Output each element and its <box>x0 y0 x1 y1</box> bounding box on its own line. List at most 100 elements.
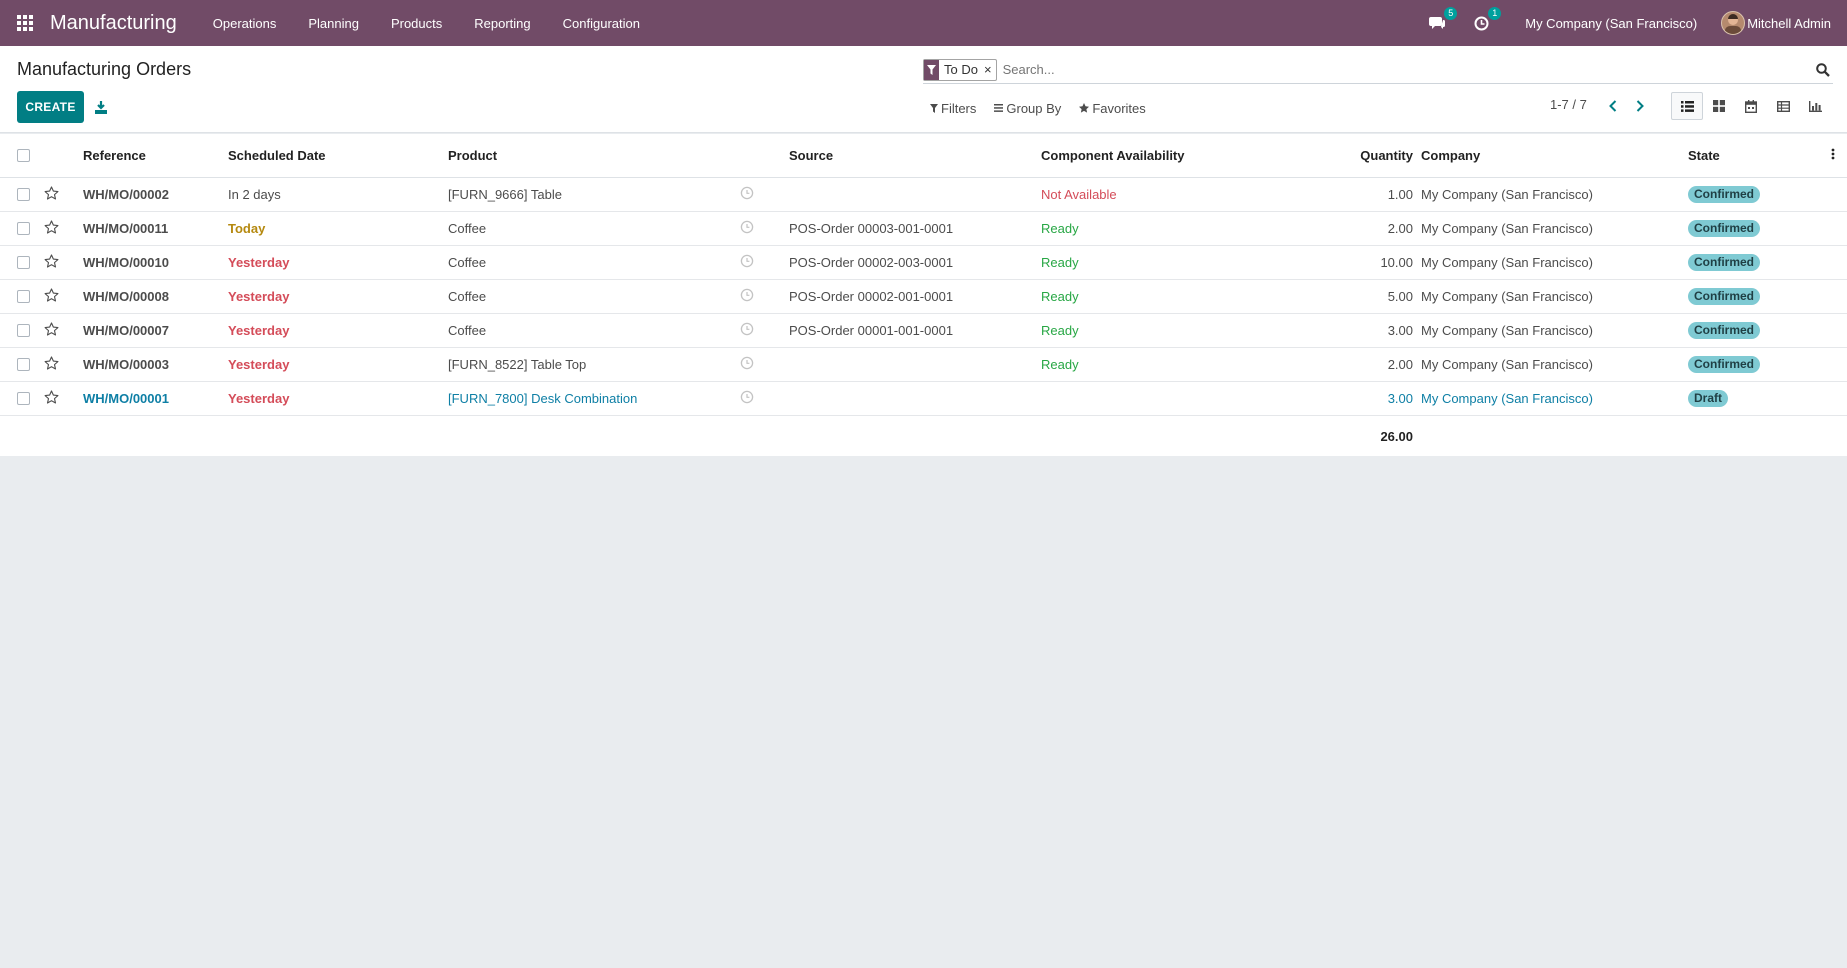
calendar-view-button[interactable] <box>1735 92 1767 120</box>
menu-products[interactable]: Products <box>375 16 458 31</box>
pager-next[interactable] <box>1633 94 1647 118</box>
app-brand[interactable]: Manufacturing <box>50 12 177 35</box>
row-product: Coffee <box>448 221 487 236</box>
create-button[interactable]: CREATE <box>17 91 84 123</box>
filters-dropdown[interactable]: Filters <box>930 101 976 116</box>
activity-clock-icon[interactable] <box>740 322 754 339</box>
chat-icon <box>1429 17 1446 29</box>
col-company[interactable]: Company <box>1421 148 1480 163</box>
favorites-dropdown[interactable]: Favorites <box>1079 100 1146 116</box>
optional-columns-toggle[interactable] <box>1831 148 1835 163</box>
menu-planning[interactable]: Planning <box>292 16 375 31</box>
groupby-label: Group By <box>1006 100 1062 116</box>
table-row[interactable]: WH/MO/00011 Today Coffee POS-Order 00003-00… <box>0 212 1847 246</box>
row-product: Coffee <box>448 289 487 304</box>
pager-value[interactable]: 1-7 / 7 <box>1550 97 1587 112</box>
kebab-menu-icon <box>1831 148 1835 160</box>
table-row[interactable]: WH/MO/00007 Yesterday Coffee POS-Order 0000… <box>0 314 1847 348</box>
export-button[interactable] <box>90 94 112 120</box>
list-icon <box>1680 100 1694 112</box>
activity-clock-icon[interactable] <box>740 254 754 271</box>
pager-previous[interactable] <box>1606 94 1620 118</box>
chevron-right-icon <box>1636 100 1644 112</box>
activity-clock-icon[interactable] <box>740 356 754 373</box>
priority-star-icon[interactable] <box>44 219 59 238</box>
groupby-dropdown[interactable]: Group By <box>994 101 1061 116</box>
row-checkbox[interactable] <box>17 392 30 405</box>
search-icon <box>1816 62 1830 77</box>
status-badge: Confirmed <box>1688 288 1760 305</box>
row-quantity: 2.00 <box>1387 221 1413 236</box>
messaging-button[interactable]: 5 <box>1425 7 1458 35</box>
table-row[interactable]: WH/MO/00010 Yesterday Coffee POS-Order 0000… <box>0 246 1847 280</box>
row-reference: WH/MO/00010 <box>83 255 169 270</box>
activity-clock-icon[interactable] <box>740 288 754 305</box>
manufacturing-orders-list: Reference Scheduled Date Product Source … <box>0 134 1847 456</box>
col-state[interactable]: State <box>1688 148 1720 163</box>
activity-clock-icon[interactable] <box>740 220 754 237</box>
col-scheduled-date[interactable]: Scheduled Date <box>228 148 326 163</box>
search-button[interactable] <box>1813 60 1833 80</box>
row-scheduled-date: Yesterday <box>228 255 290 270</box>
col-component-availability[interactable]: Component Availability <box>1041 148 1185 163</box>
row-scheduled-date: In 2 days <box>228 187 281 202</box>
row-scheduled-date: Today <box>228 221 266 236</box>
row-checkbox[interactable] <box>17 290 30 303</box>
kanban-view-button[interactable] <box>1703 92 1735 120</box>
priority-star-icon[interactable] <box>44 253 59 272</box>
select-all-checkbox[interactable] <box>17 149 30 162</box>
activities-button[interactable]: 1 <box>1469 7 1502 35</box>
row-company: My Company (San Francisco) <box>1421 289 1593 304</box>
status-badge: Confirmed <box>1688 254 1760 271</box>
apps-menu-icon[interactable] <box>0 0 50 46</box>
status-badge: Confirmed <box>1688 220 1760 237</box>
priority-star-icon[interactable] <box>44 355 59 374</box>
row-checkbox[interactable] <box>17 222 30 235</box>
bar-chart-icon <box>1808 100 1822 112</box>
row-availability: Ready <box>1041 221 1079 236</box>
row-company: My Company (San Francisco) <box>1421 187 1593 202</box>
priority-star-icon[interactable] <box>44 287 59 306</box>
table-row[interactable]: WH/MO/00003 Yesterday [FURN_8522] Table To… <box>0 348 1847 382</box>
priority-star-icon[interactable] <box>44 321 59 340</box>
col-reference[interactable]: Reference <box>83 148 146 163</box>
menu-configuration[interactable]: Configuration <box>547 16 656 31</box>
quantity-total: 26.00 <box>1380 429 1413 444</box>
col-source[interactable]: Source <box>789 148 833 163</box>
avatar <box>1721 11 1746 35</box>
menu-reporting[interactable]: Reporting <box>458 16 546 31</box>
row-availability: Ready <box>1041 323 1079 338</box>
facet-remove-icon[interactable]: × <box>982 62 996 77</box>
activity-clock-icon[interactable] <box>740 390 754 407</box>
row-availability: Ready <box>1041 255 1079 270</box>
row-checkbox[interactable] <box>17 188 30 201</box>
table-row[interactable]: WH/MO/00002 In 2 days [FURN_9666] Table Not… <box>0 178 1847 212</box>
pivot-view-button[interactable] <box>1767 92 1799 120</box>
favorites-label: Favorites <box>1092 100 1146 116</box>
menu-operations[interactable]: Operations <box>197 16 293 31</box>
table-row[interactable]: WH/MO/00008 Yesterday Coffee POS-Order 0000… <box>0 280 1847 314</box>
priority-star-icon[interactable] <box>44 389 59 408</box>
graph-view-button[interactable] <box>1799 92 1831 120</box>
table-row[interactable]: WH/MO/00001 Yesterday [FURN_7800] Desk Com… <box>0 382 1847 416</box>
row-source: POS-Order 00002-001-0001 <box>789 289 954 304</box>
table-icon <box>1776 100 1790 112</box>
row-quantity: 3.00 <box>1387 391 1413 406</box>
search-input[interactable] <box>1002 62 1813 77</box>
user-menu[interactable]: Mitchell Admin <box>1721 11 1831 35</box>
col-product[interactable]: Product <box>448 148 497 163</box>
row-scheduled-date: Yesterday <box>228 357 290 372</box>
row-reference: WH/MO/00001 <box>83 391 169 406</box>
row-checkbox[interactable] <box>17 324 30 337</box>
search-facet-todo[interactable]: To Do × <box>923 58 997 81</box>
activities-count-badge: 1 <box>1488 7 1502 20</box>
messages-count-badge: 5 <box>1444 7 1458 20</box>
row-company: My Company (San Francisco) <box>1421 357 1593 372</box>
activity-clock-icon[interactable] <box>740 186 754 203</box>
list-view-button[interactable] <box>1671 92 1703 120</box>
priority-star-icon[interactable] <box>44 185 59 204</box>
col-quantity[interactable]: Quantity <box>1360 148 1413 163</box>
row-checkbox[interactable] <box>17 256 30 269</box>
row-checkbox[interactable] <box>17 358 30 371</box>
company-switcher[interactable]: My Company (San Francisco) <box>1525 16 1697 31</box>
